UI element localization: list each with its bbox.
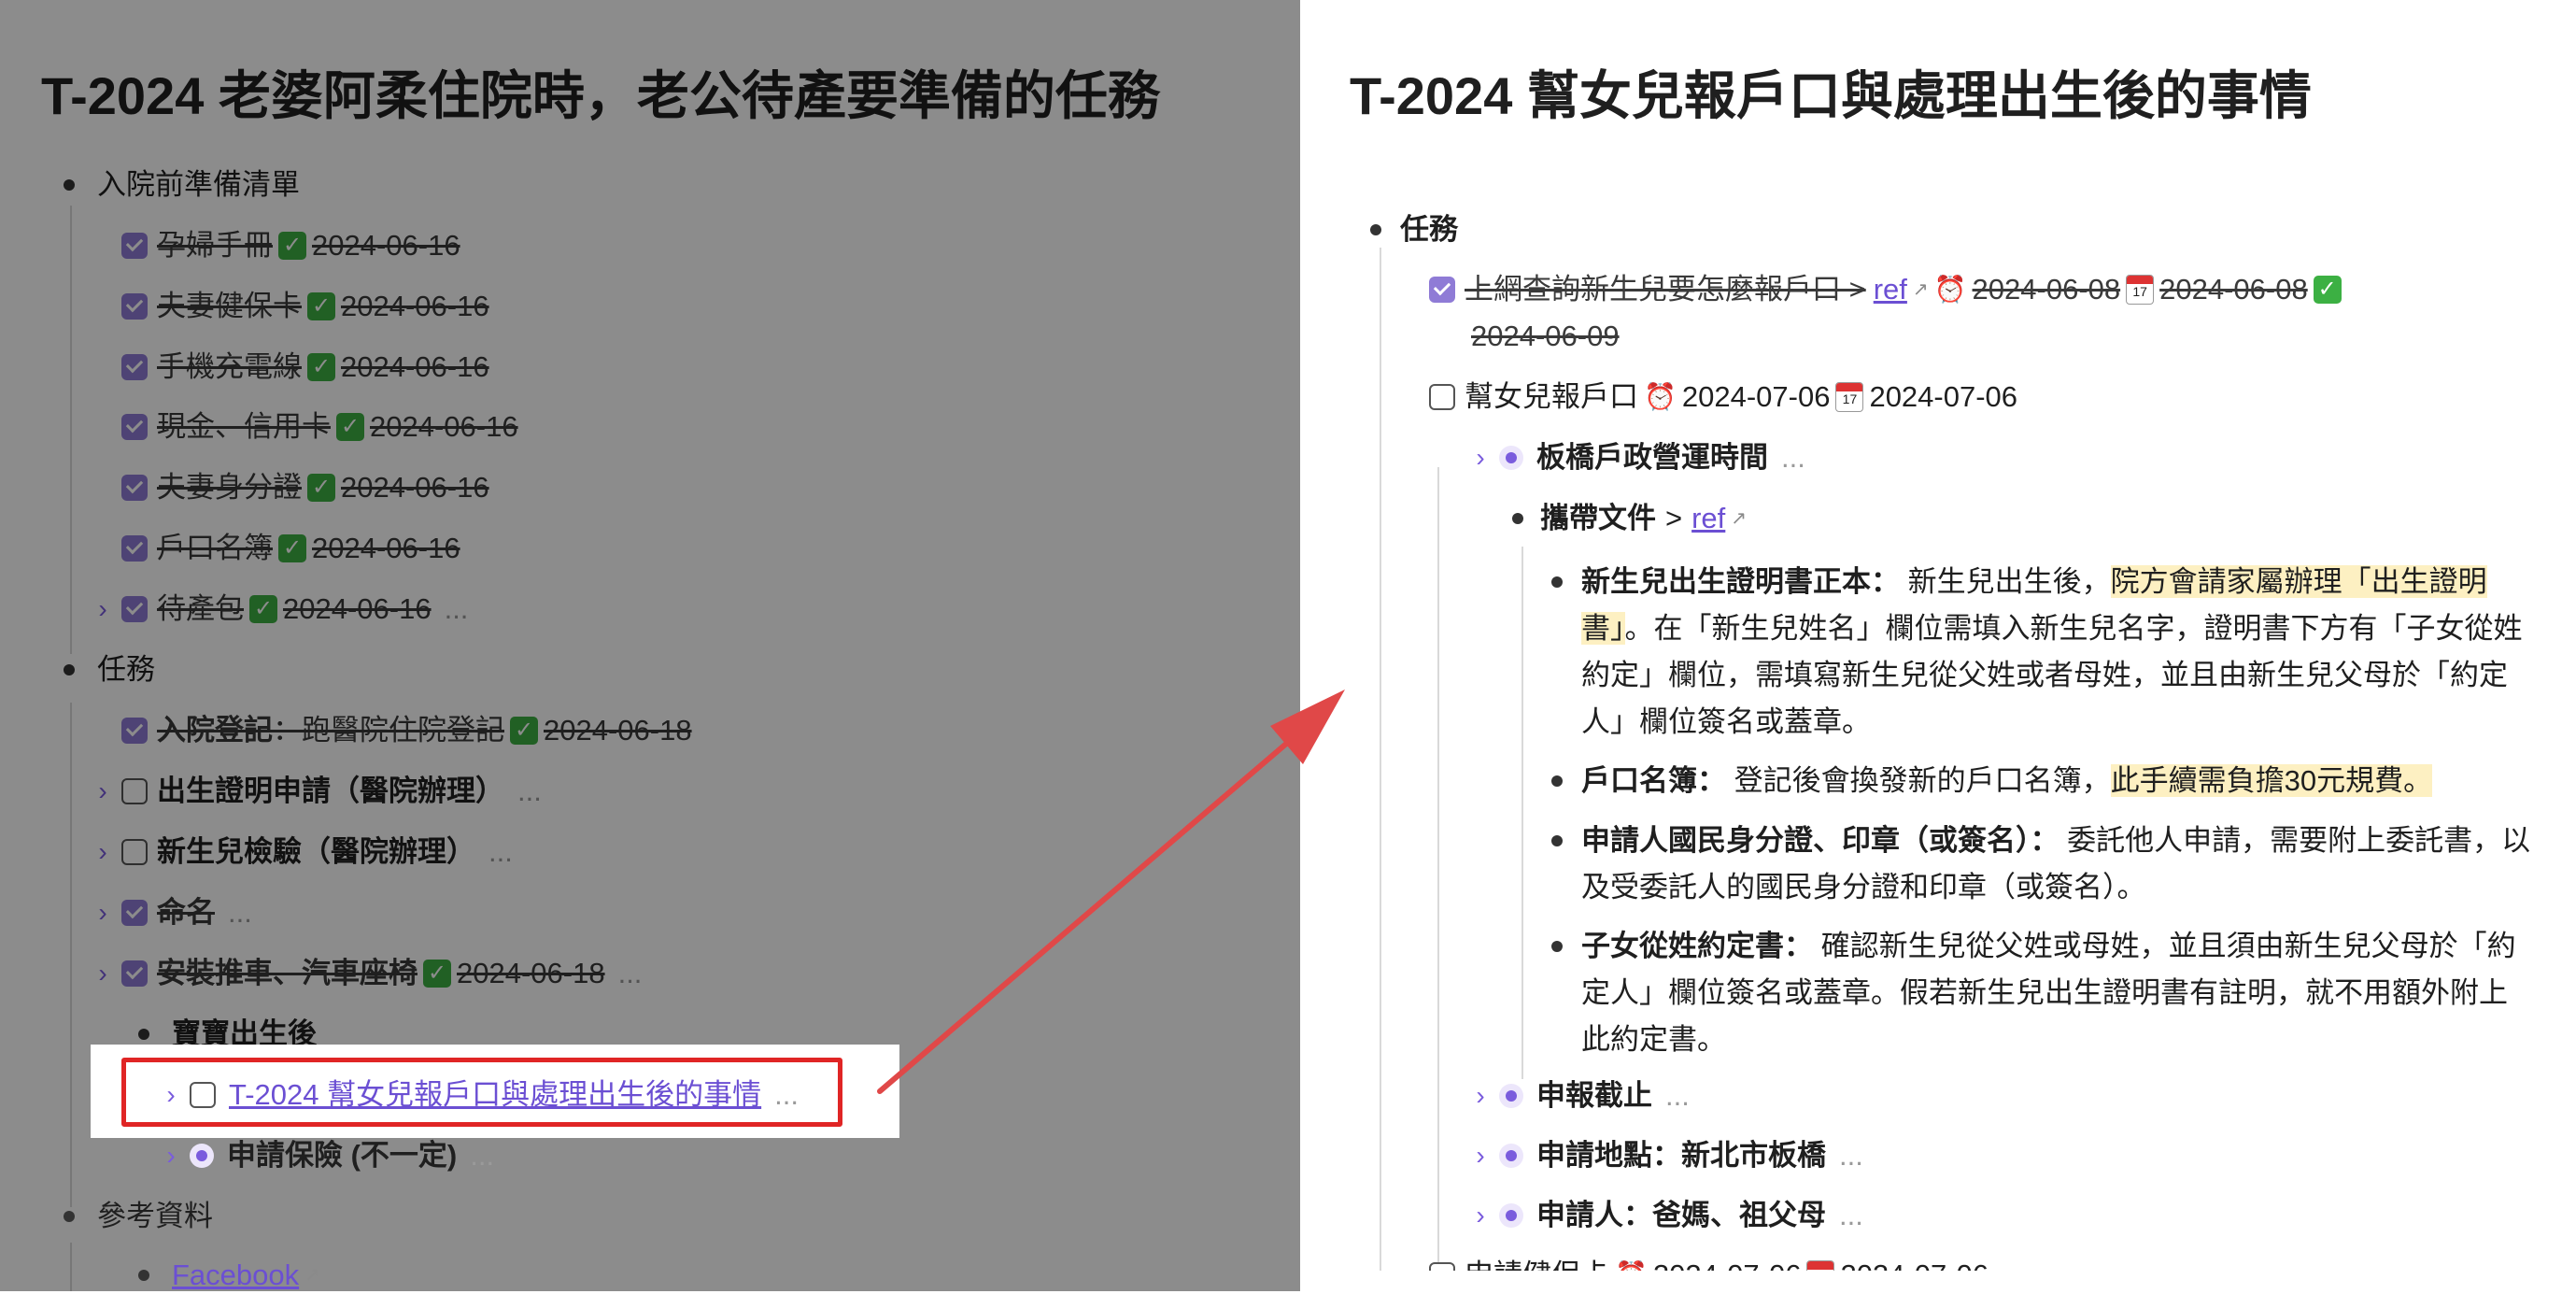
annotation-arrow <box>877 690 1345 1094</box>
